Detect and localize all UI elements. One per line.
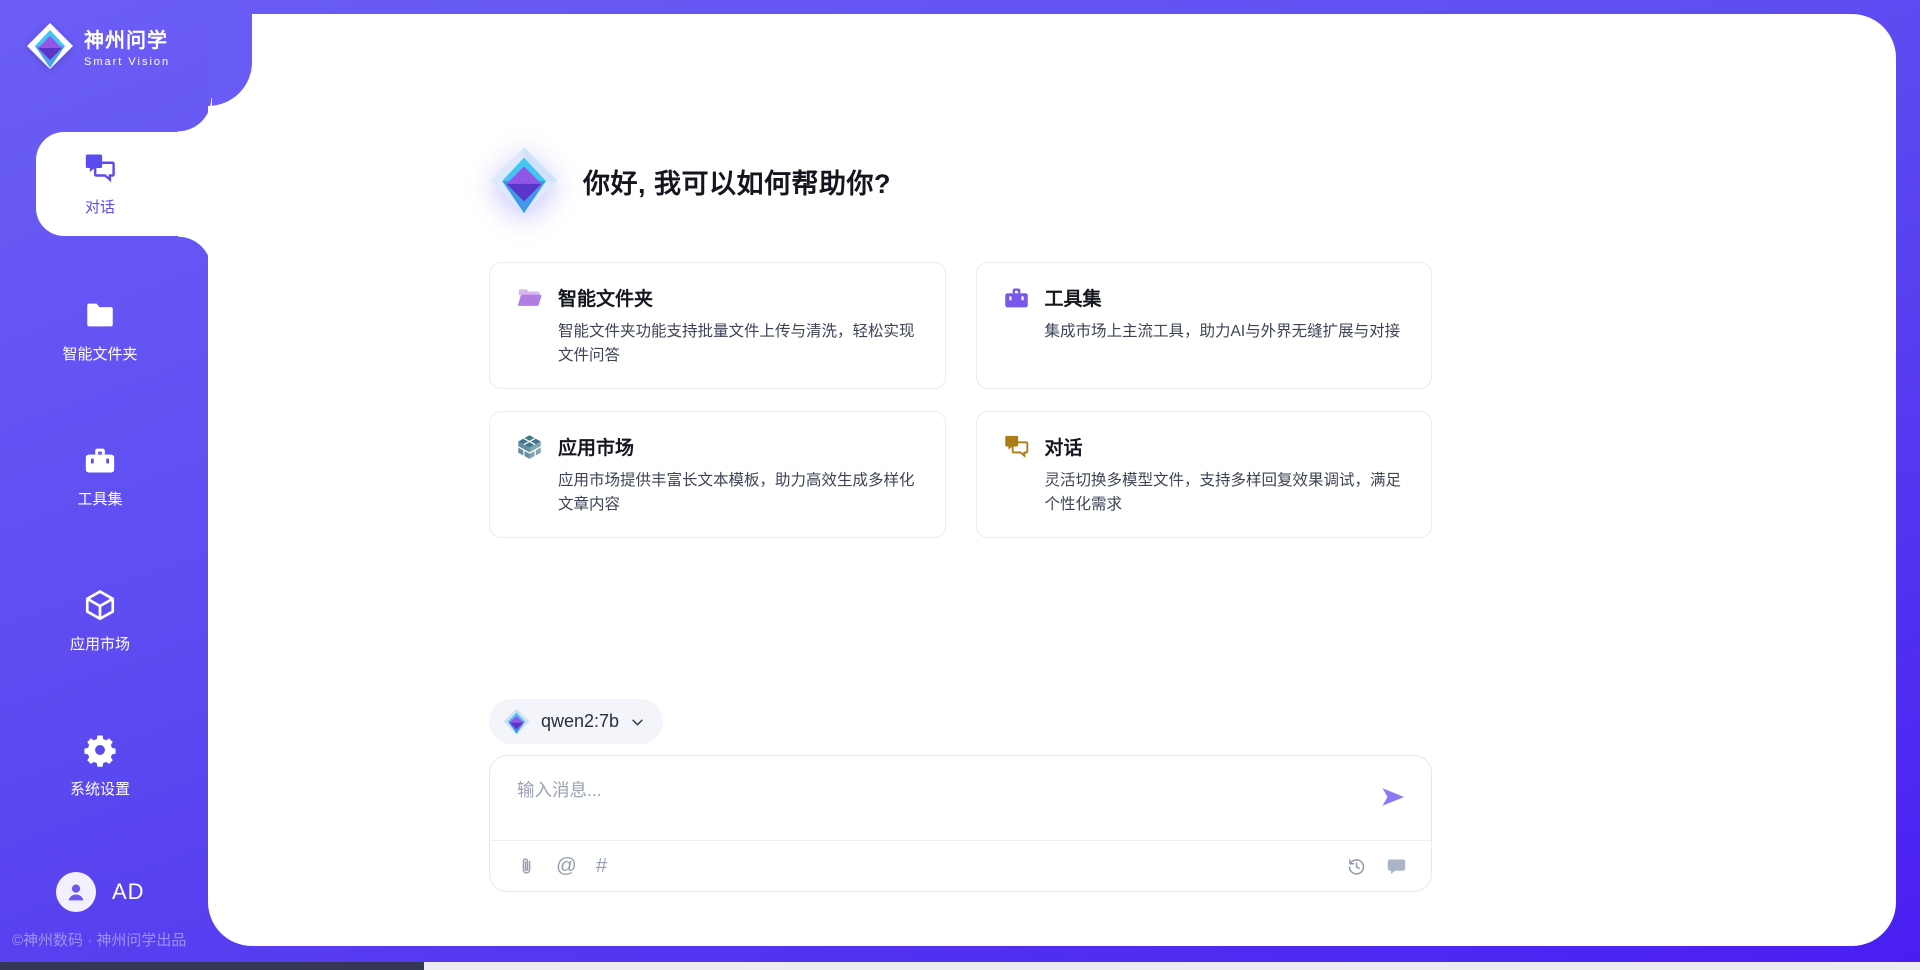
- card-toolset[interactable]: 工具集 集成市场上主流工具，助力AI与外界无缝扩展与对接: [976, 262, 1433, 389]
- toolbox-icon: [1003, 284, 1030, 311]
- copyright-text: ©神州数码 · 神州问学出品: [12, 929, 186, 950]
- greeting-title: 你好, 我可以如何帮助你?: [583, 162, 891, 201]
- attachment-icon[interactable]: [516, 856, 537, 877]
- welcome-logo-diamond-icon: [489, 146, 559, 216]
- brand-subtitle: Smart Vision: [84, 56, 170, 68]
- hashtag-icon[interactable]: #: [596, 856, 607, 877]
- folder-open-icon: [516, 284, 543, 311]
- card-title: 对话: [1045, 433, 1083, 460]
- cube-grid-icon: [516, 433, 543, 460]
- feature-cards: 智能文件夹 智能文件夹功能支持批量文件上传与清洗，轻松实现文件问答 工具集 集: [489, 262, 1432, 538]
- folder-icon: [81, 296, 119, 334]
- sidebar-item-label: 智能文件夹: [62, 343, 137, 364]
- history-icon[interactable]: [1346, 856, 1367, 877]
- model-logo-diamond-icon: [503, 708, 530, 735]
- model-selector[interactable]: qwen2:7b: [489, 699, 663, 744]
- card-smart-folder[interactable]: 智能文件夹 智能文件夹功能支持批量文件上传与清洗，轻松实现文件问答: [489, 262, 946, 389]
- chevron-down-icon: [630, 715, 645, 730]
- sidebar-item-settings[interactable]: 系统设置: [0, 731, 200, 799]
- card-title: 工具集: [1045, 284, 1102, 311]
- toolbox-icon: [81, 441, 119, 479]
- avatar: [56, 872, 96, 912]
- cube-icon: [81, 586, 119, 624]
- chat-icon: [81, 149, 119, 187]
- sidebar-item-label: 系统设置: [70, 778, 130, 799]
- gear-icon: [81, 731, 119, 769]
- send-icon[interactable]: [1379, 783, 1407, 811]
- card-description: 灵活切换多模型文件，支持多样回复效果调试，满足个性化需求: [1045, 469, 1406, 518]
- mention-icon[interactable]: @: [556, 856, 577, 877]
- welcome-header: 你好, 我可以如何帮助你?: [489, 146, 891, 216]
- user-initials: AD: [112, 879, 145, 905]
- message-input[interactable]: [490, 756, 1431, 836]
- sidebar-item-label: 应用市场: [70, 633, 130, 654]
- card-description: 应用市场提供丰富长文本模板，助力高效生成多样化文章内容: [558, 469, 919, 518]
- sidebar-item-chat[interactable]: 对话: [0, 149, 200, 217]
- card-title: 智能文件夹: [558, 284, 653, 311]
- brand: 神州问学 Smart Vision: [26, 22, 170, 70]
- comment-icon[interactable]: [1386, 856, 1407, 877]
- composer-toolbar: @ #: [516, 841, 1407, 891]
- sidebar-item-smart-folder[interactable]: 智能文件夹: [0, 296, 200, 364]
- card-description: 智能文件夹功能支持批量文件上传与清洗，轻松实现文件问答: [558, 320, 919, 369]
- card-description: 集成市场上主流工具，助力AI与外界无缝扩展与对接: [1045, 320, 1406, 344]
- model-name: qwen2:7b: [541, 711, 619, 732]
- app-background: 神州问学 Smart Vision 对话 智能文件夹: [0, 0, 1920, 962]
- sidebar-item-toolset[interactable]: 工具集: [0, 441, 200, 509]
- card-app-market[interactable]: 应用市场 应用市场提供丰富长文本模板，助力高效生成多样化文章内容: [489, 411, 946, 538]
- scrollbar-thumb[interactable]: [0, 962, 424, 970]
- card-chat[interactable]: 对话 灵活切换多模型文件，支持多样回复效果调试，满足个性化需求: [976, 411, 1433, 538]
- chat-icon: [1003, 433, 1030, 460]
- brand-name: 神州问学: [84, 24, 170, 53]
- sidebar-item-app-market[interactable]: 应用市场: [0, 586, 200, 654]
- person-icon: [64, 880, 88, 904]
- horizontal-scrollbar[interactable]: [0, 962, 1920, 970]
- brand-logo-diamond-icon: [26, 22, 74, 70]
- sidebar-item-label: 工具集: [77, 488, 122, 509]
- sidebar-item-label: 对话: [85, 196, 115, 217]
- card-title: 应用市场: [558, 433, 634, 460]
- content-column: 你好, 我可以如何帮助你? 智能文件夹 智能文件夹功能支持批量文件上传与清洗，轻…: [489, 0, 1432, 962]
- user-profile[interactable]: AD: [56, 872, 145, 912]
- message-composer: @ #: [489, 755, 1432, 892]
